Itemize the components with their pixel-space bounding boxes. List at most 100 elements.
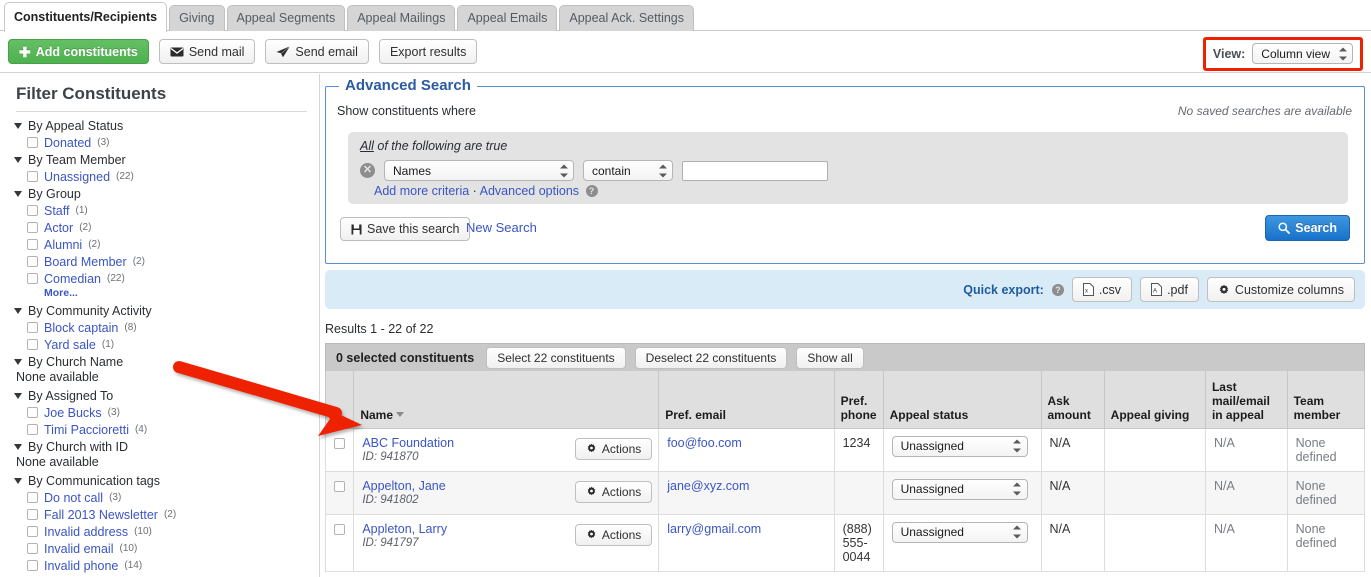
filter-checkbox[interactable] — [27, 509, 38, 520]
filter-item-board-member[interactable]: Board Member (2) — [0, 253, 319, 270]
filter-item-do-not-call[interactable]: Do not call (3) — [0, 489, 319, 506]
column-header-ask-amount[interactable]: Ask amount — [1040, 371, 1105, 429]
filter-group-by-assigned-to[interactable]: By Assigned To — [0, 387, 319, 404]
filter-item-alumni[interactable]: Alumni (2) — [0, 236, 319, 253]
appeal-status-select[interactable]: Unassigned — [891, 478, 1028, 500]
row-checkbox[interactable] — [334, 437, 345, 449]
tab-constituents-recipients[interactable]: Constituents/Recipients — [4, 2, 168, 32]
filter-checkbox[interactable] — [27, 171, 38, 182]
criteria-field-select[interactable]: Names — [384, 160, 574, 181]
row-checkbox[interactable] — [334, 523, 345, 535]
filter-checkbox[interactable] — [27, 205, 38, 216]
column-header-pref-phone[interactable]: Pref. phone — [833, 371, 884, 429]
filter-checkbox[interactable] — [27, 560, 38, 571]
filter-group-by-team-member[interactable]: By Team Member — [0, 151, 319, 168]
filter-item-label[interactable]: Yard sale — [44, 338, 96, 352]
column-header-name[interactable]: Name — [353, 371, 660, 429]
filter-checkbox[interactable] — [27, 339, 38, 350]
appeal-status-select[interactable]: Unassigned — [891, 435, 1028, 457]
filter-group-by-church-name[interactable]: By Church Name — [0, 353, 319, 370]
filter-item-unassigned[interactable]: Unassigned (22) — [0, 168, 319, 185]
filter-item-label[interactable]: Donated — [44, 136, 91, 150]
tab-appeal-emails[interactable]: Appeal Emails — [457, 5, 558, 31]
actions-button[interactable]: Actions — [574, 480, 653, 503]
filter-item-fall-2013-newsletter[interactable]: Fall 2013 Newsletter (2) — [0, 506, 319, 523]
appeal-status-select[interactable]: Unassigned — [891, 521, 1028, 543]
actions-button[interactable]: Actions — [574, 523, 653, 546]
filter-item-label[interactable]: Invalid phone — [44, 559, 118, 573]
row-checkbox[interactable] — [334, 480, 345, 492]
actions-button[interactable]: Actions — [574, 437, 653, 460]
filter-item-staff[interactable]: Staff (1) — [0, 202, 319, 219]
export-pdf-button[interactable]: A .pdf — [1140, 277, 1199, 302]
filter-checkbox[interactable] — [27, 492, 38, 503]
filter-checkbox[interactable] — [27, 137, 38, 148]
remove-criteria-icon[interactable]: ✕ — [360, 163, 375, 178]
filter-group-by-church-with-id[interactable]: By Church with ID — [0, 438, 319, 455]
filter-item-label[interactable]: Block captain — [44, 321, 118, 335]
filter-checkbox[interactable] — [27, 543, 38, 554]
help-icon[interactable]: ? — [585, 185, 598, 197]
filter-group-by-appeal-status[interactable]: By Appeal Status — [0, 117, 319, 134]
filter-checkbox[interactable] — [27, 322, 38, 333]
filter-item-yard-sale[interactable]: Yard sale (1) — [0, 336, 319, 353]
filter-checkbox[interactable] — [27, 222, 38, 233]
constituent-name-link[interactable]: Appelton, Jane — [362, 479, 445, 493]
filter-item-invalid-email[interactable]: Invalid email (10) — [0, 540, 319, 557]
filter-item-label[interactable]: Do not call — [44, 491, 103, 505]
constituent-name-link[interactable]: Appleton, Larry — [362, 522, 447, 536]
tab-giving[interactable]: Giving — [169, 5, 225, 31]
email-link[interactable]: jane@xyz.com — [667, 479, 749, 493]
send-email-button[interactable]: Send email — [265, 39, 369, 64]
filter-checkbox[interactable] — [27, 407, 38, 418]
constituent-name-link[interactable]: ABC Foundation — [362, 436, 454, 450]
save-this-search-button[interactable]: Save this search — [340, 217, 471, 241]
filter-item-label[interactable]: Invalid address — [44, 525, 128, 539]
filter-item-block-captain[interactable]: Block captain (8) — [0, 319, 319, 336]
filter-item-joe-bucks[interactable]: Joe Bucks (3) — [0, 404, 319, 421]
view-select[interactable]: Column view — [1252, 43, 1353, 64]
search-button[interactable]: Search — [1265, 215, 1350, 241]
email-link[interactable]: foo@foo.com — [667, 436, 742, 450]
deselect-all-button[interactable]: Deselect 22 constituents — [634, 346, 788, 369]
filter-checkbox[interactable] — [27, 256, 38, 267]
filter-item-label[interactable]: Comedian — [44, 272, 101, 286]
filter-item-label[interactable]: Fall 2013 Newsletter — [44, 508, 158, 522]
customize-columns-button[interactable]: Customize columns — [1206, 277, 1355, 302]
add-more-criteria-link[interactable]: Add more criteria — [374, 184, 469, 198]
filter-item-label[interactable]: Actor — [44, 221, 73, 235]
filter-item-label[interactable]: Invalid email — [44, 542, 113, 556]
column-header-team-member[interactable]: Team member — [1286, 371, 1365, 429]
column-header-last-mail-email[interactable]: Last mail/email in appeal — [1204, 371, 1288, 429]
filter-checkbox[interactable] — [27, 424, 38, 435]
new-search-link[interactable]: New Search — [466, 220, 537, 235]
filter-group-by-community-activity[interactable]: By Community Activity — [0, 302, 319, 319]
filter-item-actor[interactable]: Actor (2) — [0, 219, 319, 236]
filter-item-invalid-phone[interactable]: Invalid phone (14) — [0, 557, 319, 574]
export-csv-button[interactable]: x .csv — [1071, 277, 1133, 302]
filter-item-comedian[interactable]: Comedian (22) — [0, 270, 319, 287]
select-all-button[interactable]: Select 22 constituents — [486, 346, 626, 369]
filter-item-invalid-address[interactable]: Invalid address (10) — [0, 523, 319, 540]
help-icon[interactable]: ? — [1051, 283, 1064, 296]
criteria-operator-select[interactable]: contain — [583, 160, 673, 181]
tab-appeal-mailings[interactable]: Appeal Mailings — [347, 5, 456, 31]
tab-appeal-segments[interactable]: Appeal Segments — [226, 5, 346, 31]
show-all-button[interactable]: Show all — [796, 346, 864, 369]
filter-checkbox[interactable] — [27, 526, 38, 537]
tab-appeal-ack-settings[interactable]: Appeal Ack. Settings — [559, 5, 695, 31]
filter-item-label[interactable]: Unassigned — [44, 170, 110, 184]
criteria-value-input[interactable] — [682, 160, 828, 181]
filter-item-label[interactable]: Timi Paccioretti — [44, 423, 129, 437]
column-header-appeal-status[interactable]: Appeal status — [882, 371, 1042, 429]
filter-group-by-communication-tags[interactable]: By Communication tags — [0, 472, 319, 489]
column-header-pref-email[interactable]: Pref. email — [658, 371, 835, 429]
filter-item-label[interactable]: Board Member — [44, 255, 127, 269]
advanced-options-link[interactable]: Advanced options — [480, 184, 579, 198]
send-mail-button[interactable]: Send mail — [158, 39, 256, 64]
filter-group-by-group[interactable]: By Group — [0, 185, 319, 202]
add-constituents-button[interactable]: ✚ Add constituents — [8, 39, 149, 64]
email-link[interactable]: larry@gmail.com — [667, 522, 761, 536]
filter-item-donated[interactable]: Donated (3) — [0, 134, 319, 151]
filter-checkbox[interactable] — [27, 239, 38, 250]
